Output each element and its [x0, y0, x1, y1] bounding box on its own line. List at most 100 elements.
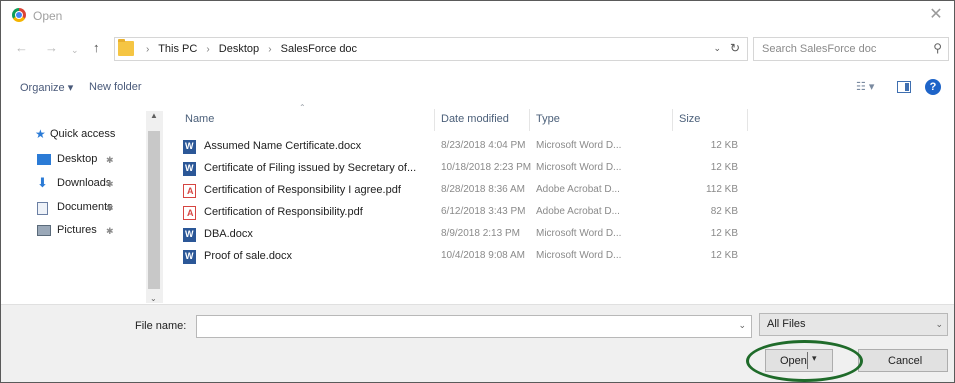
breadcrumb-salesforce-doc[interactable]: SalesForce doc [281, 43, 357, 55]
navpane-scrollbar[interactable]: ▲ ⌄ [146, 111, 163, 303]
column-divider[interactable] [434, 109, 435, 131]
title-bar: Open ✕ [1, 1, 954, 31]
scroll-down-icon[interactable]: ⌄ [150, 294, 157, 303]
breadcrumb-separator: › [268, 44, 272, 55]
sidebar-item-label: Quick access [50, 128, 116, 140]
word-document-icon [183, 250, 196, 264]
column-header-date[interactable]: Date modified [441, 113, 509, 125]
documents-icon [37, 202, 48, 215]
cancel-button-label: Cancel [888, 355, 923, 367]
dialog-title: Open [33, 9, 63, 23]
search-placeholder: Search SalesForce doc [762, 43, 877, 55]
file-name-input[interactable]: ⌄ [196, 315, 752, 338]
file-size: 12 KB [710, 140, 738, 151]
breadcrumb-separator: › [146, 44, 150, 55]
search-icon[interactable]: ⚲ [933, 41, 942, 55]
file-type: Microsoft Word D... [536, 228, 622, 239]
open-button-label: Open [780, 355, 807, 367]
file-date: 8/23/2018 4:04 PM [441, 140, 526, 151]
file-row[interactable]: Certificate of Filing issued by Secretar… [167, 158, 954, 180]
open-options-caret-icon[interactable]: ▾ [812, 353, 817, 364]
file-name: Proof of sale.docx [204, 250, 293, 262]
open-dialog: Open ✕ ← → ⌄ ↑ › This PC › Desktop › Sal… [0, 0, 955, 383]
scrollbar-thumb[interactable] [148, 131, 160, 289]
back-arrow-icon[interactable]: ← [15, 41, 28, 55]
file-row[interactable]: DBA.docx 8/9/2018 2:13 PM Microsoft Word… [167, 224, 954, 246]
sort-indicator-icon: ⌃ [299, 103, 306, 112]
file-type: Microsoft Word D... [536, 162, 622, 173]
file-row[interactable]: Certification of Responsibility.pdf 6/12… [167, 202, 954, 224]
address-bar[interactable]: › This PC › Desktop › SalesForce doc ⌄ ↻ [114, 37, 748, 61]
pin-icon[interactable]: ✱ [106, 155, 114, 166]
new-folder-button[interactable]: New folder [89, 81, 142, 93]
word-document-icon [183, 140, 196, 154]
pdf-document-icon [183, 184, 196, 198]
sidebar-item-label: Downloads [57, 177, 112, 189]
scroll-up-icon[interactable]: ▲ [150, 111, 158, 120]
file-row[interactable]: Proof of sale.docx 10/4/2018 9:08 AM Mic… [167, 246, 954, 268]
file-date: 6/12/2018 3:43 PM [441, 206, 526, 217]
preview-pane-icon[interactable] [897, 81, 911, 93]
file-row[interactable]: Certification of Responsibility I agree.… [167, 180, 954, 202]
split-divider [807, 352, 808, 369]
search-input[interactable]: Search SalesForce doc ⚲ [753, 37, 949, 61]
help-icon[interactable]: ? [925, 79, 941, 95]
word-document-icon [183, 162, 196, 176]
column-header-size[interactable]: Size [679, 113, 700, 125]
word-document-icon [183, 228, 196, 242]
chevron-down-icon: ⌄ [935, 319, 943, 329]
chevron-down-icon[interactable]: ⌄ [713, 43, 721, 54]
file-date: 8/28/2018 8:36 AM [441, 184, 525, 195]
downloads-icon [37, 175, 51, 191]
file-name: Assumed Name Certificate.docx [204, 140, 362, 152]
view-options-icon[interactable]: ☷ ▾ [856, 80, 874, 93]
pin-icon[interactable]: ✱ [106, 226, 114, 237]
file-type-select[interactable]: All Files ⌄ [759, 313, 948, 336]
recent-locations-icon[interactable]: ⌄ [71, 43, 79, 57]
sidebar-item-label: Documents [57, 201, 113, 213]
breadcrumb-separator: › [206, 44, 210, 55]
chevron-down-icon[interactable]: ⌄ [738, 320, 746, 331]
file-type: Adobe Acrobat D... [536, 206, 620, 217]
column-divider[interactable] [747, 109, 748, 131]
refresh-icon[interactable]: ↻ [730, 41, 740, 55]
forward-arrow-icon[interactable]: → [45, 41, 58, 55]
file-type-value: All Files [767, 318, 806, 330]
column-divider[interactable] [529, 109, 530, 131]
file-type: Microsoft Word D... [536, 140, 622, 151]
column-header-type[interactable]: Type [536, 113, 560, 125]
file-type: Adobe Acrobat D... [536, 184, 620, 195]
breadcrumb-desktop[interactable]: Desktop [219, 43, 259, 55]
file-name: Certificate of Filing issued by Secretar… [204, 162, 417, 174]
file-type: Microsoft Word D... [536, 250, 622, 261]
folder-icon [118, 39, 134, 56]
file-date: 10/18/2018 2:23 PM [441, 162, 532, 173]
file-name: DBA.docx [204, 228, 253, 240]
cancel-button[interactable]: Cancel [858, 349, 948, 372]
file-size: 112 KB [705, 184, 738, 195]
dialog-footer: File name: ⌄ All Files ⌄ Open ▾ Cancel [1, 304, 954, 382]
organize-button[interactable]: Organize ▾ [20, 81, 73, 94]
file-size: 12 KB [710, 228, 738, 239]
pdf-document-icon [183, 206, 196, 220]
file-size: 12 KB [710, 162, 738, 173]
pin-icon[interactable]: ✱ [106, 179, 114, 190]
breadcrumb: › This PC › Desktop › SalesForce doc [140, 43, 357, 55]
pin-icon[interactable]: ✱ [106, 203, 114, 214]
star-icon: ★ [35, 127, 46, 141]
file-date: 8/9/2018 2:13 PM [441, 228, 520, 239]
column-divider[interactable] [672, 109, 673, 131]
open-button[interactable]: Open ▾ [765, 349, 833, 372]
file-name-label: File name: [135, 320, 187, 332]
up-arrow-icon[interactable]: ↑ [93, 41, 100, 55]
breadcrumb-this-pc[interactable]: This PC [158, 43, 197, 55]
navigation-pane: ★ Quick access Desktop ✱ Downloads ✱ Doc… [1, 111, 164, 303]
close-icon[interactable]: ✕ [926, 5, 946, 25]
file-name: Certification of Responsibility I agree.… [204, 184, 401, 196]
file-size: 12 KB [710, 250, 738, 261]
file-row[interactable]: Assumed Name Certificate.docx 8/23/2018 … [167, 136, 954, 158]
sidebar-item-label: Pictures [57, 224, 97, 236]
desktop-icon [37, 154, 51, 165]
column-header-name[interactable]: Name [185, 113, 214, 125]
address-row: ← → ⌄ ↑ › This PC › Desktop › SalesForce… [1, 34, 954, 64]
